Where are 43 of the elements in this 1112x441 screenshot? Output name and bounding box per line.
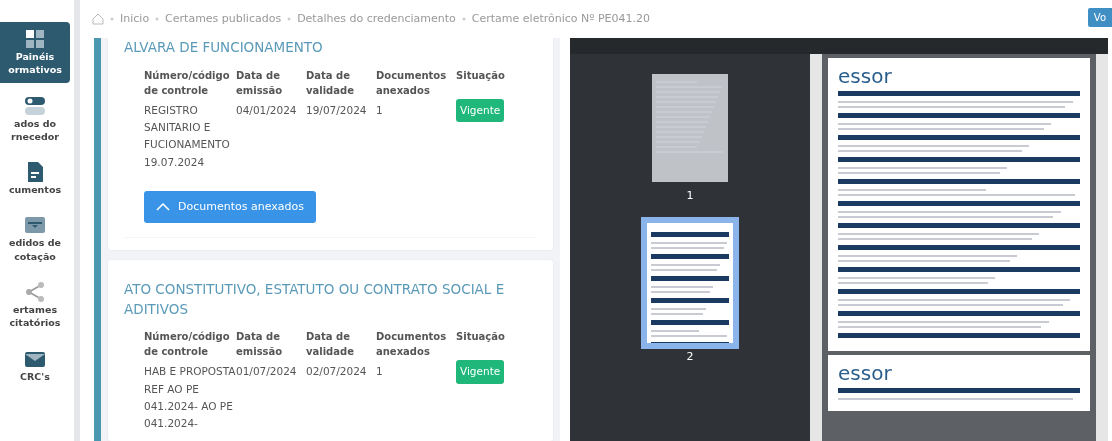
- column-header: Data de emissão: [236, 330, 284, 360]
- sidebar-item[interactable]: ados do rnecedor: [0, 88, 70, 150]
- table-cell-text: 1: [376, 364, 384, 380]
- sidebar-item[interactable]: edidos de cotação: [0, 208, 70, 270]
- logo-text: essor: [838, 363, 893, 383]
- table-cell-text: 04/01/2024: [236, 102, 298, 118]
- column-header: Data de validade: [306, 68, 355, 98]
- breadcrumb-current: Certame eletrônico Nº PE041.20: [471, 10, 650, 27]
- status-tag: Vigente: [456, 98, 505, 122]
- column-header: Documentos anexados: [376, 330, 448, 360]
- scrollbar[interactable]: [1096, 54, 1108, 441]
- separator-icon: [110, 17, 114, 21]
- section-title: ATO CONSTITUTIVO, ESTATUTO OU CONTRATO SOCIAL E ADITIVOS: [124, 280, 506, 319]
- column-header: Documentos anexados: [376, 68, 448, 98]
- table-cell-text: 19/07/2024: [306, 102, 368, 118]
- status-tag: Vigente: [456, 360, 505, 384]
- table-cell-text: 1: [376, 102, 384, 118]
- scrollbar[interactable]: [810, 54, 822, 441]
- column-header: Número/código de controle: [144, 68, 231, 98]
- sidebar-item[interactable]: Painéis ormativos: [0, 22, 70, 83]
- chevron-icon: [156, 203, 170, 212]
- toggle-icon: [24, 94, 46, 117]
- column-header: Número/código de controle: [144, 330, 231, 360]
- page-thumbnail[interactable]: [652, 74, 728, 182]
- home-icon[interactable]: [92, 13, 104, 25]
- table-cell-text: 01/07/2024: [236, 364, 298, 380]
- sidebar-item[interactable]: CRC's: [0, 341, 70, 389]
- table-cell-text: REGISTRO SANITARIO E FUCIONAMENTO 19.07.2024: [144, 102, 231, 170]
- column-header: Situação: [456, 330, 506, 345]
- sidebar-item[interactable]: ertames citatórios: [0, 275, 70, 336]
- page-number: 2: [686, 348, 694, 365]
- column-header: Data de emissão: [236, 68, 284, 98]
- share-icon: [24, 281, 46, 304]
- table-cell-text: HAB E PROPOSTA REF AO PE 041.2024- AO PE 041.2024-: [144, 364, 236, 432]
- page-number: 1: [686, 188, 694, 204]
- top-button[interactable]: Vo: [1087, 8, 1112, 27]
- table-cell-text: 02/07/2024: [306, 364, 368, 380]
- section-title: ALVARA DE FUNCIONAMENTO: [124, 38, 324, 57]
- grid-icon: [24, 28, 46, 50]
- sidebar-item[interactable]: cumentos: [0, 155, 70, 203]
- column-header: Situação: [456, 68, 506, 83]
- column-header: Data de validade: [306, 330, 355, 360]
- logo-text: essor: [838, 66, 893, 86]
